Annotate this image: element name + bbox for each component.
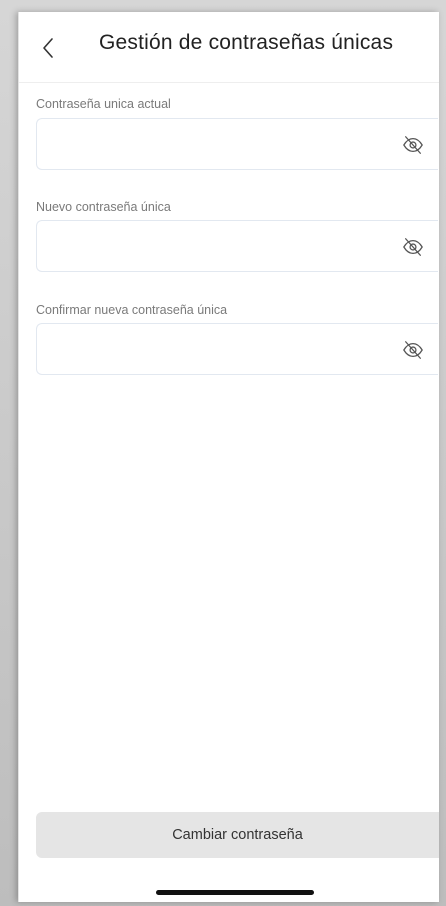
app-screen: Gestión de contraseñas únicas Contraseña… xyxy=(18,12,439,902)
current-password-field[interactable] xyxy=(36,118,438,171)
eye-off-icon xyxy=(403,238,423,256)
toggle-visibility-button[interactable] xyxy=(402,134,424,156)
current-password-input[interactable] xyxy=(49,119,383,171)
confirm-password-field[interactable] xyxy=(36,323,438,376)
home-indicator[interactable] xyxy=(156,890,314,895)
eye-off-icon xyxy=(403,341,423,359)
confirm-password-label: Confirmar nueva contraseña única xyxy=(36,303,228,317)
chevron-left-icon xyxy=(43,38,53,58)
toggle-visibility-button[interactable] xyxy=(402,236,424,258)
top-bar: Gestión de contraseñas únicas xyxy=(19,12,439,83)
device-frame: Gestión de contraseñas únicas Contraseña… xyxy=(0,0,446,906)
back-button[interactable] xyxy=(35,34,63,62)
new-password-label: Nuevo contraseña única xyxy=(36,200,171,214)
change-password-button[interactable]: Cambiar contraseña xyxy=(36,812,439,858)
new-password-input[interactable] xyxy=(49,221,383,273)
change-password-button-label: Cambiar contraseña xyxy=(172,827,303,843)
page-title: Gestión de contraseñas únicas xyxy=(99,31,394,54)
toggle-visibility-button[interactable] xyxy=(402,339,424,361)
confirm-password-input[interactable] xyxy=(49,324,383,376)
current-password-label: Contraseña unica actual xyxy=(36,97,171,111)
new-password-field[interactable] xyxy=(36,220,438,273)
eye-off-icon xyxy=(403,136,423,154)
